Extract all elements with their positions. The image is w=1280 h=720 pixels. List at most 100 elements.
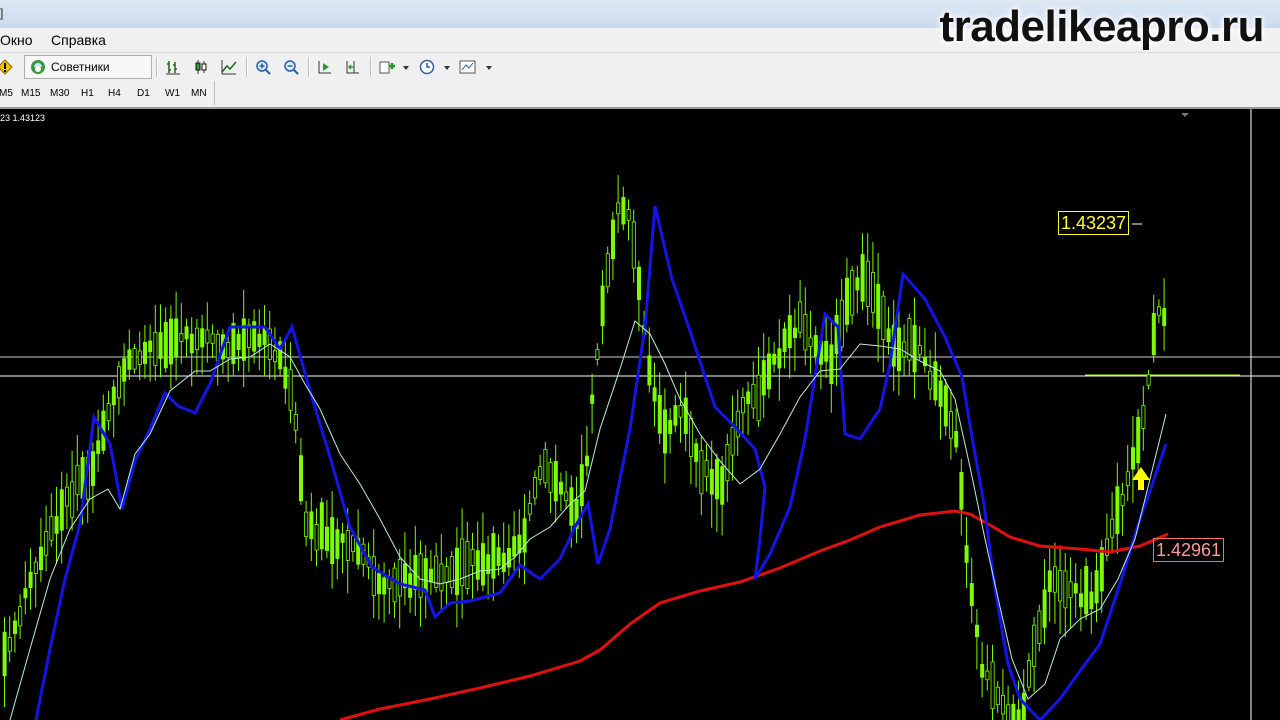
timeframe-bar: M5 M15 M30 H1 H4 D1 W1 MN [0, 81, 1280, 109]
candle-body [720, 466, 725, 505]
timeframe-m30[interactable]: M30 [50, 88, 69, 99]
menu-item-help[interactable]: Справка [51, 32, 106, 48]
candlestick-icon[interactable] [190, 56, 212, 78]
timeframe-h1[interactable]: H1 [81, 88, 94, 99]
candle-body [491, 533, 496, 579]
candle-body [839, 299, 844, 348]
line-chart-icon[interactable] [218, 56, 240, 78]
candle-body [506, 547, 511, 568]
candle-body [106, 403, 111, 422]
candle-body [501, 552, 506, 573]
candle-body [288, 369, 293, 411]
candle-body [663, 409, 668, 454]
bar-chart-icon[interactable] [162, 56, 184, 78]
candle-body [148, 340, 153, 353]
candle-body [1027, 660, 1032, 688]
candle-body [194, 327, 199, 351]
candle-body [709, 468, 714, 495]
candle-body [465, 541, 470, 589]
candle-body [439, 563, 444, 592]
candle-body [205, 329, 210, 344]
candle-body [730, 426, 735, 456]
candle-body [637, 266, 642, 300]
menu-item-window[interactable]: Окно [0, 32, 33, 48]
candle-body [1006, 704, 1011, 720]
candle-body [553, 460, 558, 502]
candle-body [855, 277, 860, 291]
candle-body [912, 325, 917, 373]
candle-body [1016, 709, 1021, 720]
zoom-in-icon[interactable] [252, 56, 274, 78]
chart-shift-icon[interactable] [342, 56, 364, 78]
candle-body [283, 366, 288, 389]
candle-body [647, 355, 652, 386]
candle-body [340, 533, 345, 543]
candle-body [1068, 581, 1073, 599]
candle-body [1037, 610, 1042, 644]
timeframe-w1[interactable]: W1 [165, 88, 180, 99]
timeframe-mn[interactable]: MN [191, 88, 207, 99]
candle-body [813, 335, 818, 358]
indicators-icon[interactable] [376, 56, 398, 78]
candle-body [163, 321, 168, 369]
candle-body [200, 328, 205, 348]
candle-body [943, 385, 948, 427]
zoom-out-icon[interactable] [280, 56, 302, 78]
candle-body [1084, 566, 1089, 615]
alert-icon[interactable] [0, 56, 16, 78]
auto-scroll-icon[interactable] [314, 56, 336, 78]
candle-body [18, 606, 23, 627]
templates-dropdown-icon[interactable] [486, 66, 492, 70]
expert-advisors-label: Советники [51, 60, 110, 74]
candle-body [210, 333, 215, 344]
candle-body [122, 358, 127, 382]
price-chart[interactable]: 23 1.43123 1.43237 1.42961 [0, 109, 1280, 720]
candle-body [579, 464, 584, 507]
candle-body [376, 573, 381, 595]
candle-body [611, 219, 616, 260]
templates-icon[interactable] [457, 56, 479, 78]
timeframe-d1[interactable]: D1 [137, 88, 150, 99]
candle-body [475, 550, 480, 580]
expert-advisors-button[interactable]: Советники [24, 55, 152, 79]
timeframe-m5[interactable]: M5 [0, 88, 13, 99]
candle-body [569, 487, 574, 526]
candle-body [657, 394, 662, 434]
timeframe-h4[interactable]: H4 [108, 88, 121, 99]
toolbar-separator [308, 57, 310, 77]
timeframe-separator [214, 81, 215, 105]
indicators-dropdown-icon[interactable] [403, 66, 409, 70]
candle-body [631, 221, 636, 269]
candle-body [480, 543, 485, 586]
candle-body [829, 344, 834, 385]
periods-dropdown-icon[interactable] [444, 66, 450, 70]
toolbar-separator [246, 57, 248, 77]
chart-shift-marker [1181, 113, 1189, 117]
candle-body [1157, 306, 1162, 316]
candle-body [1099, 547, 1104, 592]
candle-body [127, 349, 132, 370]
candle-body [236, 333, 241, 351]
candle-body [330, 517, 335, 565]
periods-clock-icon[interactable] [416, 56, 438, 78]
candle-body [995, 686, 1000, 706]
timeframe-m15[interactable]: M15 [21, 88, 40, 99]
candle-body [1001, 695, 1006, 715]
candle-body [319, 502, 324, 550]
candle-body [470, 548, 475, 566]
candle-body [158, 332, 163, 359]
candle-body [933, 361, 938, 401]
candle-body [1021, 692, 1026, 720]
candle-body [621, 197, 626, 225]
toolbar-separator [156, 57, 158, 77]
candle-body [153, 332, 158, 367]
candle-body [564, 491, 569, 502]
candle-body [486, 554, 491, 575]
candle-body [454, 547, 459, 596]
buy-signal-arrow [1132, 467, 1150, 490]
candle-body [382, 577, 387, 595]
candle-body [756, 374, 761, 422]
candle-body [787, 315, 792, 349]
candle-body [1136, 417, 1141, 464]
candle-body [1146, 374, 1151, 386]
